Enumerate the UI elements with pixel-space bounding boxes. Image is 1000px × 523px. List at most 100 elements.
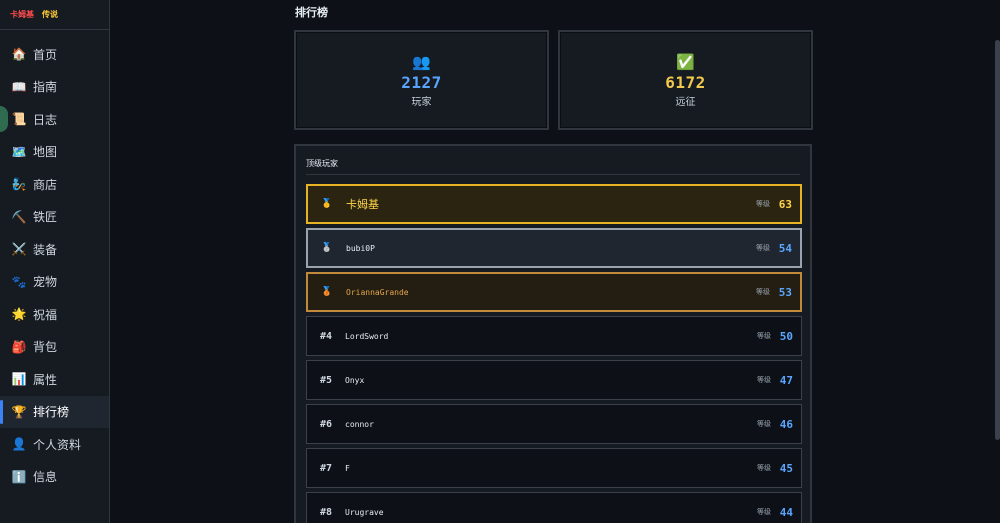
sidebar-item-info[interactable]: ℹ️ 信息 [0, 461, 109, 494]
chat-bubble-tab[interactable] [0, 106, 8, 132]
player-name: OriannaGrande [346, 287, 409, 297]
sidebar-item-log[interactable]: 📜 日志 [0, 103, 109, 136]
sidebar-item-stats[interactable]: 📊 属性 [0, 363, 109, 396]
leaderboard-row[interactable]: 🥈 bubi0P 等级 54 [306, 228, 802, 268]
sidebar-item-label: 个人资料 [33, 437, 82, 452]
bar-chart-icon: 📊 [11, 372, 27, 387]
players-label: 玩家 [411, 96, 432, 108]
player-name: connor [345, 419, 374, 429]
level-label: 等级 [757, 464, 771, 472]
player-level: 54 [778, 241, 792, 255]
leaderboard-row[interactable]: 🥇 卡姆基 等级 63 [306, 184, 802, 224]
pickaxe-icon: ⛏️ [11, 209, 27, 224]
star-icon: 🌟 [11, 307, 27, 322]
player-name: F [345, 463, 350, 473]
sidebar-nav: 🏠 首页 📖 指南 📜 日志 🗺️ 地图 🧞 商店 ⛏️ 铁匠 ⚔️ 装备 🐾 宠物 🌟 祝福 🎒… [0, 30, 109, 493]
player-level: 47 [779, 373, 793, 387]
player-rank: #6 [319, 418, 333, 430]
player-name: Urugrave [345, 507, 384, 517]
level-label: 等级 [757, 376, 771, 384]
players-stat-card: 👥 2127 玩家 [294, 30, 549, 130]
level-label: 等级 [757, 508, 771, 516]
leaderboard-row[interactable]: #7 F 等级 45 [306, 448, 802, 488]
brand-name: 卡姆基 [10, 10, 34, 19]
players-icon: 👥 [412, 52, 431, 71]
sidebar-item-blacksmith[interactable]: ⛏️ 铁匠 [0, 201, 109, 234]
brand-tag: 传说 [42, 10, 58, 19]
player-level: 53 [778, 285, 792, 299]
players-count: 2127 [401, 72, 442, 92]
sidebar-item-label: 祝福 [33, 307, 58, 322]
level-label: 等级 [756, 288, 770, 296]
trophy-icon: 🏆 [11, 404, 27, 419]
sidebar-item-label: 地图 [33, 145, 58, 160]
sidebar-item-label: 指南 [33, 80, 58, 95]
sidebar-item-label: 排行榜 [33, 405, 70, 420]
player-level: 44 [779, 505, 793, 519]
sidebar-item-leaderboard[interactable]: 🏆 排行榜 [0, 395, 109, 428]
main-content: 排行榜 👥 2127 玩家 ✅ 6172 远征 顶级玩家 🥇 卡姆基 等级 63… [110, 0, 1000, 523]
sidebar-item-guide[interactable]: 📖 指南 [0, 71, 109, 104]
sidebar-item-blessing[interactable]: 🌟 祝福 [0, 298, 109, 331]
leaderboard-row[interactable]: 🥉 OriannaGrande 等级 53 [306, 272, 802, 312]
sidebar-item-profile[interactable]: 👤 个人资料 [0, 428, 109, 461]
book-icon: 📖 [11, 79, 27, 94]
player-level: 50 [779, 329, 793, 343]
sidebar-item-label: 日志 [33, 112, 58, 127]
sidebar-item-label: 商店 [33, 177, 58, 192]
level-label: 等级 [757, 420, 771, 428]
sidebar-item-equipment[interactable]: ⚔️ 装备 [0, 233, 109, 266]
home-icon: 🏠 [11, 47, 27, 62]
sidebar-item-label: 首页 [33, 47, 58, 62]
level-label: 等级 [757, 332, 771, 340]
player-name: bubi0P [346, 243, 375, 253]
sidebar-item-label: 铁匠 [33, 210, 58, 225]
leaderboard-row[interactable]: #8 Urugrave 等级 44 [306, 492, 802, 523]
player-level: 63 [778, 197, 792, 211]
backpack-icon: 🎒 [11, 339, 27, 354]
crossed-swords-icon: ⚔️ [11, 242, 27, 257]
expeditions-count: 6172 [665, 72, 706, 92]
player-name: 卡姆基 [346, 199, 379, 211]
sidebar-item-shop[interactable]: 🧞 商店 [0, 168, 109, 201]
brand[interactable]: 卡姆基 传说 [0, 0, 109, 30]
divider [306, 174, 800, 175]
player-name: Onyx [345, 375, 365, 385]
scroll-icon: 📜 [11, 112, 27, 127]
silver-medal-icon: 🥈 [321, 243, 333, 253]
player-level: 46 [779, 417, 793, 431]
map-icon: 🗺️ [11, 144, 27, 159]
sidebar-item-label: 背包 [33, 340, 58, 355]
page-title: 排行榜 [295, 6, 328, 19]
sidebar-item-pets[interactable]: 🐾 宠物 [0, 266, 109, 299]
top-players-panel: 顶级玩家 🥇 卡姆基 等级 63 🥈 bubi0P 等级 54 🥉 Oriann… [294, 144, 812, 523]
gold-medal-icon: 🥇 [321, 199, 333, 209]
level-label: 等级 [756, 244, 770, 252]
leaderboard-row[interactable]: #6 connor 等级 46 [306, 404, 802, 444]
player-rank: #4 [319, 330, 333, 342]
top-players-title: 顶级玩家 [306, 159, 338, 168]
player-rank: #8 [319, 506, 333, 518]
expeditions-stat-card: ✅ 6172 远征 [558, 30, 813, 130]
sidebar-item-label: 信息 [33, 470, 58, 485]
user-icon: 👤 [11, 437, 27, 452]
genie-icon: 🧞 [11, 177, 27, 192]
check-icon: ✅ [676, 52, 695, 71]
sidebar-item-inventory[interactable]: 🎒 背包 [0, 331, 109, 364]
page-scrollbar[interactable] [995, 40, 1000, 440]
level-label: 等级 [756, 200, 770, 208]
player-level: 45 [779, 461, 793, 475]
sidebar: 卡姆基 传说 🏠 首页 📖 指南 📜 日志 🗺️ 地图 🧞 商店 ⛏️ 铁匠 ⚔️ 装备 🐾 宠… [0, 0, 110, 523]
leaderboard-row[interactable]: #4 LordSword 等级 50 [306, 316, 802, 356]
expeditions-label: 远征 [675, 96, 696, 108]
player-rank: #5 [319, 374, 333, 386]
player-rank: #7 [319, 462, 333, 474]
sidebar-item-label: 装备 [33, 242, 58, 257]
sidebar-item-label: 属性 [33, 372, 58, 387]
leaderboard-row[interactable]: #5 Onyx 等级 47 [306, 360, 802, 400]
info-icon: ℹ️ [11, 469, 27, 484]
sidebar-item-map[interactable]: 🗺️ 地图 [0, 136, 109, 169]
sidebar-item-label: 宠物 [33, 275, 58, 290]
bronze-medal-icon: 🥉 [321, 287, 333, 297]
sidebar-item-home[interactable]: 🏠 首页 [0, 38, 109, 71]
